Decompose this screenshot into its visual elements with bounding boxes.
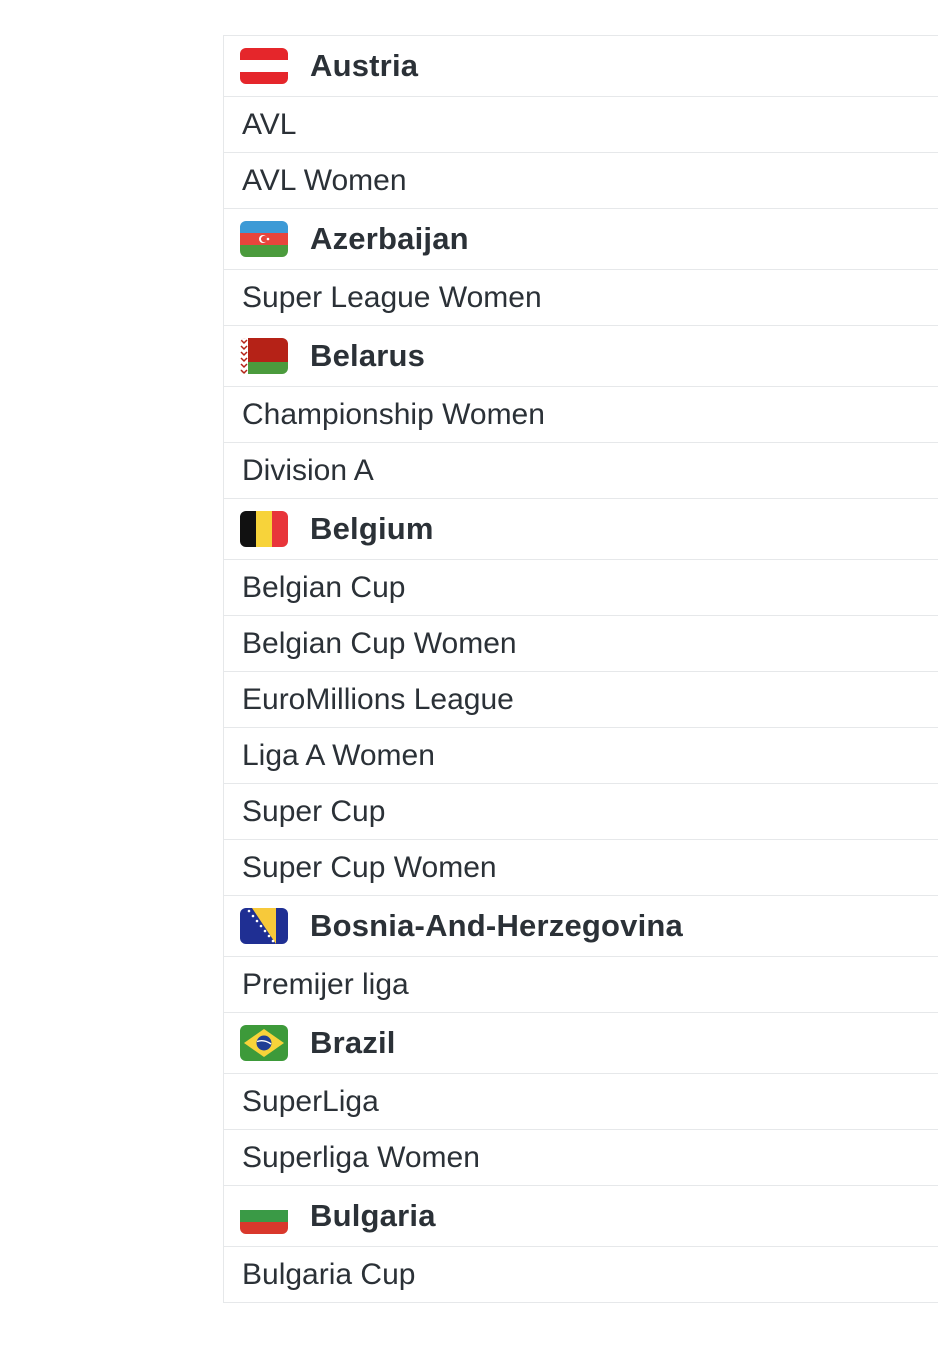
country-header-azerbaijan[interactable]: Azerbaijan [223, 209, 938, 270]
country-header-brazil[interactable]: Brazil [223, 1013, 938, 1074]
league-item[interactable]: Superliga Women [223, 1130, 938, 1186]
country-header-bosnia-and-herzegovina[interactable]: Bosnia-And-Herzegovina [223, 896, 938, 957]
league-item[interactable]: Premijer liga [223, 957, 938, 1013]
league-item[interactable]: Super Cup Women [223, 840, 938, 896]
country-header-belarus[interactable]: Belarus [223, 326, 938, 387]
belgium-flag-icon [240, 511, 288, 547]
country-name: Brazil [310, 1025, 396, 1060]
league-item[interactable]: AVL Women [223, 153, 938, 209]
brazil-flag-icon [240, 1025, 288, 1061]
league-item[interactable]: AVL [223, 97, 938, 153]
country-header-bulgaria[interactable]: Bulgaria [223, 1186, 938, 1247]
bulgaria-flag-icon [240, 1198, 288, 1234]
league-item[interactable]: Championship Women [223, 387, 938, 443]
austria-flag-icon [240, 48, 288, 84]
league-item[interactable]: Super League Women [223, 270, 938, 326]
league-item[interactable]: EuroMillions League [223, 672, 938, 728]
league-item[interactable]: SuperLiga [223, 1074, 938, 1130]
bosnia-flag-icon [240, 908, 288, 944]
league-item[interactable]: Belgian Cup [223, 560, 938, 616]
league-item[interactable]: Bulgaria Cup [223, 1247, 938, 1303]
belarus-flag-icon [240, 338, 288, 374]
country-name: Bulgaria [310, 1198, 436, 1233]
country-header-austria[interactable]: Austria [223, 36, 938, 97]
country-header-belgium[interactable]: Belgium [223, 499, 938, 560]
league-item[interactable]: Belgian Cup Women [223, 616, 938, 672]
country-name: Bosnia-And-Herzegovina [310, 908, 683, 943]
country-name: Belarus [310, 338, 426, 373]
country-name: Azerbaijan [310, 221, 469, 256]
league-item[interactable]: Super Cup [223, 784, 938, 840]
league-item[interactable]: Division A [223, 443, 938, 499]
country-name: Belgium [310, 511, 434, 546]
country-name: Austria [310, 48, 419, 83]
league-list: Austria AVL AVL Women Azerbaijan Super L… [223, 35, 938, 1303]
league-item[interactable]: Liga A Women [223, 728, 938, 784]
azerbaijan-flag-icon [240, 221, 288, 257]
